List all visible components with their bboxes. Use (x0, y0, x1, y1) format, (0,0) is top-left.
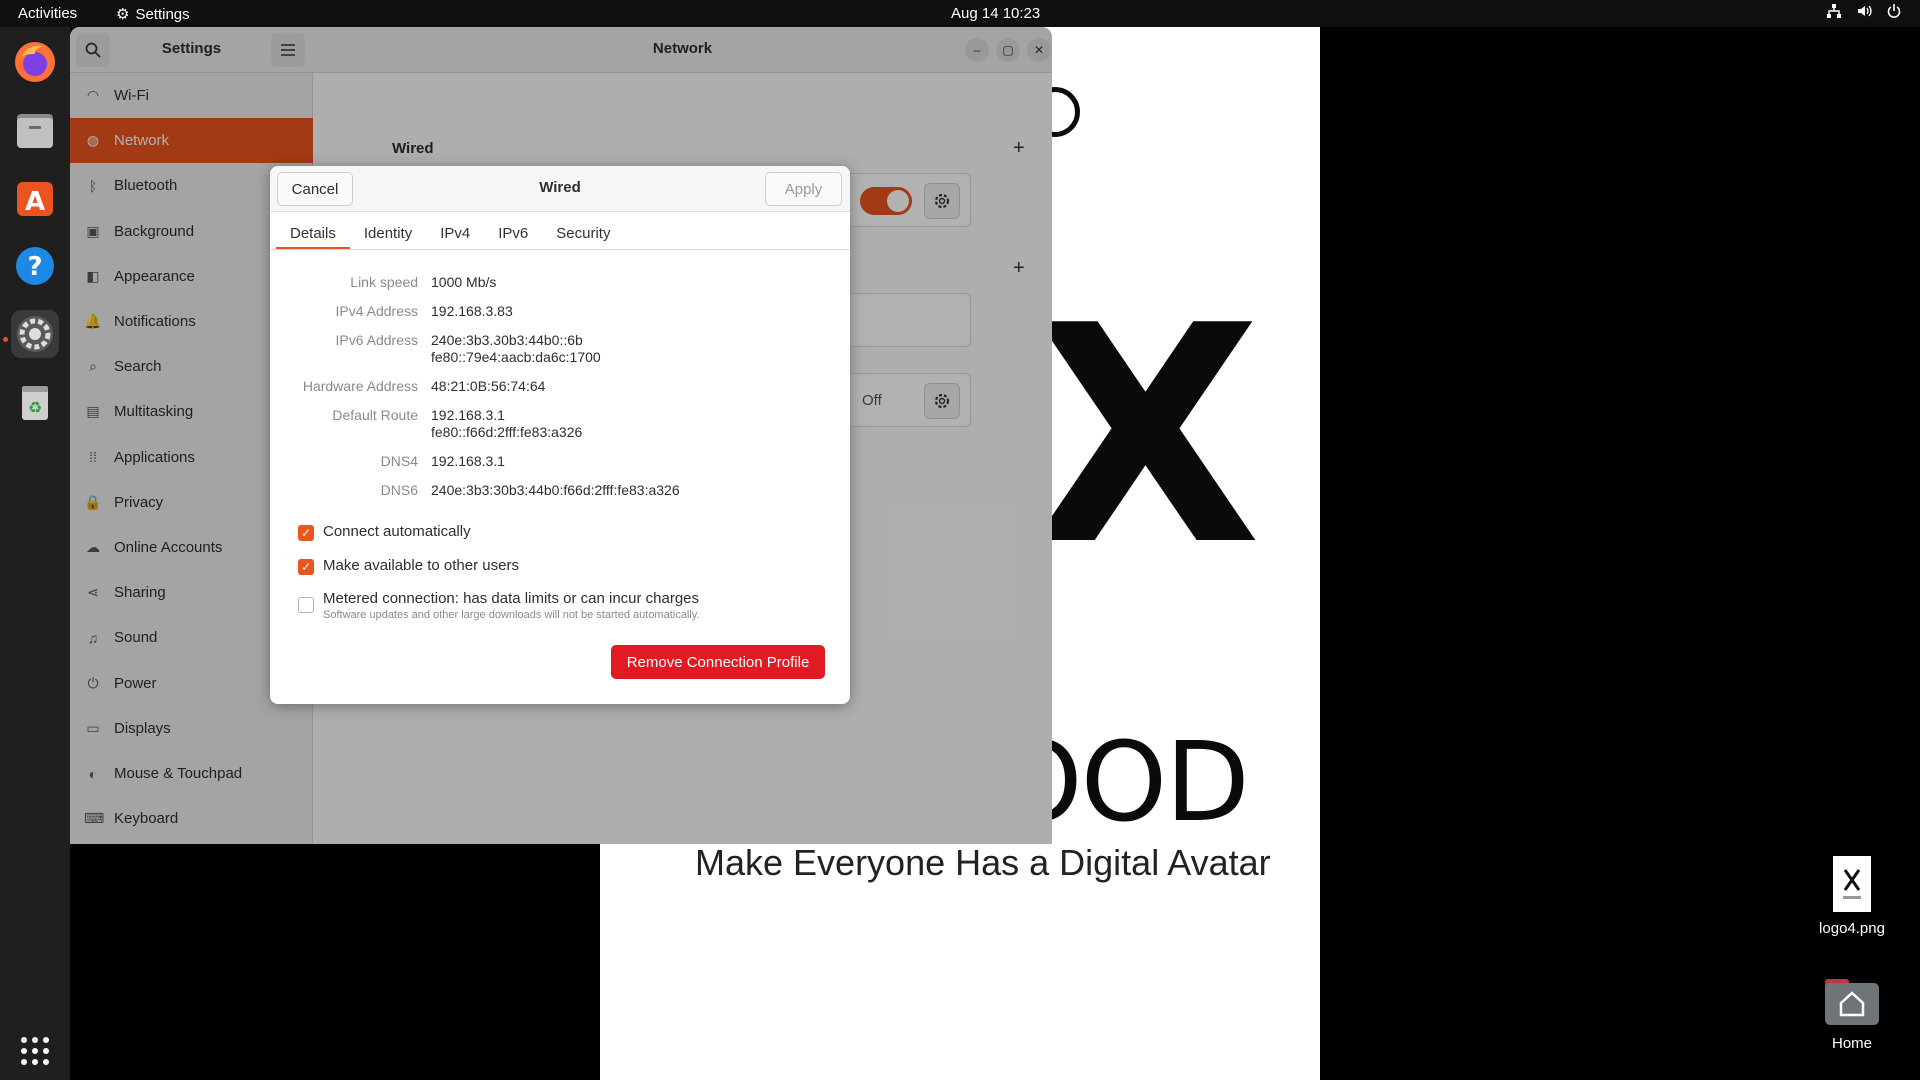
mouse-cursor (490, 330, 497, 344)
desktop-file-logo4[interactable]: logo4.png (1797, 856, 1907, 937)
show-apps-icon[interactable] (11, 1027, 59, 1075)
connect-automatically-checkbox[interactable]: ✓ (298, 525, 314, 541)
running-indicator (3, 337, 8, 342)
link-speed-label: Link speed (350, 274, 418, 290)
software-store-icon[interactable]: A (11, 174, 59, 222)
ipv6-value-1: 240e:3b3:30b3:44b0::6b (431, 332, 583, 348)
tab-ipv6[interactable]: IPv6 (484, 216, 542, 250)
wired-dialog: Cancel Wired Apply Details Identity IPv4… (270, 166, 850, 704)
check-icon: ✓ (300, 526, 312, 540)
link-speed-value: 1000 Mb/s (431, 274, 497, 290)
tab-identity[interactable]: Identity (350, 216, 426, 250)
image-thumbnail-icon (1833, 856, 1871, 912)
metered-connection-label[interactable]: Metered connection: has data limits or c… (323, 590, 699, 607)
trash-icon[interactable]: ♻ (11, 378, 59, 426)
ipv4-label: IPv4 Address (335, 303, 419, 319)
ipv6-value-2: fe80::79e4:aacb:da6c:1700 (431, 349, 601, 365)
svg-text:A: A (25, 187, 45, 217)
remove-connection-profile-button[interactable]: Remove Connection Profile (611, 645, 825, 679)
power-icon (1887, 4, 1901, 18)
clock[interactable]: Aug 14 10:23 (951, 5, 1040, 22)
dns6-label: DNS6 (380, 482, 418, 498)
files-icon[interactable] (11, 106, 59, 154)
available-users-label[interactable]: Make available to other users (323, 557, 519, 574)
system-tray[interactable] (1826, 3, 1902, 19)
dns4-label: DNS4 (380, 453, 418, 469)
ipv6-label: IPv6 Address (335, 332, 419, 348)
desktop-home-label: Home (1831, 1035, 1872, 1052)
dialog-tabs: Details Identity IPv4 IPv6 Security (276, 216, 624, 250)
ipv4-value: 192.168.3.83 (431, 303, 513, 319)
metered-connection-description: Software updates and other large downloa… (323, 609, 700, 621)
app-menu[interactable]: ⚙ Settings (116, 5, 190, 24)
volume-icon (1858, 5, 1872, 17)
hardware-address-value: 48:21:0B:56:74:64 (431, 378, 546, 394)
default-route-value-1: 192.168.3.1 (431, 407, 505, 423)
activities-button[interactable]: Activities (18, 5, 77, 22)
dialog-header: Cancel Wired Apply (270, 166, 850, 212)
gear-icon: ⚙ (116, 6, 130, 23)
default-route-label: Default Route (332, 407, 418, 423)
tab-divider (270, 249, 850, 250)
default-route-value-2: fe80::f66d:2fff:fe83:a326 (431, 424, 583, 440)
apply-button[interactable]: Apply (765, 172, 842, 206)
dock: A ? ♻ (0, 27, 70, 1080)
settings-icon[interactable] (11, 310, 59, 358)
check-icon: ✓ (300, 560, 312, 574)
firefox-icon[interactable] (11, 38, 59, 86)
dialog-title: Wired (539, 179, 581, 196)
svg-text:♻: ♻ (28, 400, 42, 417)
network-wired-icon (1827, 4, 1841, 18)
tab-security[interactable]: Security (542, 216, 624, 250)
metered-connection-checkbox[interactable] (298, 597, 314, 613)
tab-details[interactable]: Details (276, 216, 350, 250)
home-folder-icon (1823, 975, 1881, 1027)
svg-text:?: ? (27, 252, 42, 282)
connect-automatically-label[interactable]: Connect automatically (323, 523, 471, 540)
tab-ipv4[interactable]: IPv4 (426, 216, 484, 250)
desktop-home-folder[interactable]: Home (1797, 975, 1907, 1052)
app-menu-label: Settings (135, 5, 190, 23)
dns4-value: 192.168.3.1 (431, 453, 505, 469)
available-users-checkbox[interactable]: ✓ (298, 559, 314, 575)
wallpaper-logo-x: X (1030, 262, 1262, 611)
desktop-file-label: logo4.png (1819, 920, 1885, 937)
help-icon[interactable]: ? (11, 242, 59, 290)
dns6-value: 240e:3b3:30b3:44b0:f66d:2fff:fe83:a326 (431, 482, 680, 498)
top-bar: Activities ⚙ Settings Aug 14 10:23 (0, 0, 1920, 27)
wallpaper-tagline: Make Everyone Has a Digital Avatar (695, 842, 1271, 883)
hardware-address-label: Hardware Address (302, 378, 418, 394)
